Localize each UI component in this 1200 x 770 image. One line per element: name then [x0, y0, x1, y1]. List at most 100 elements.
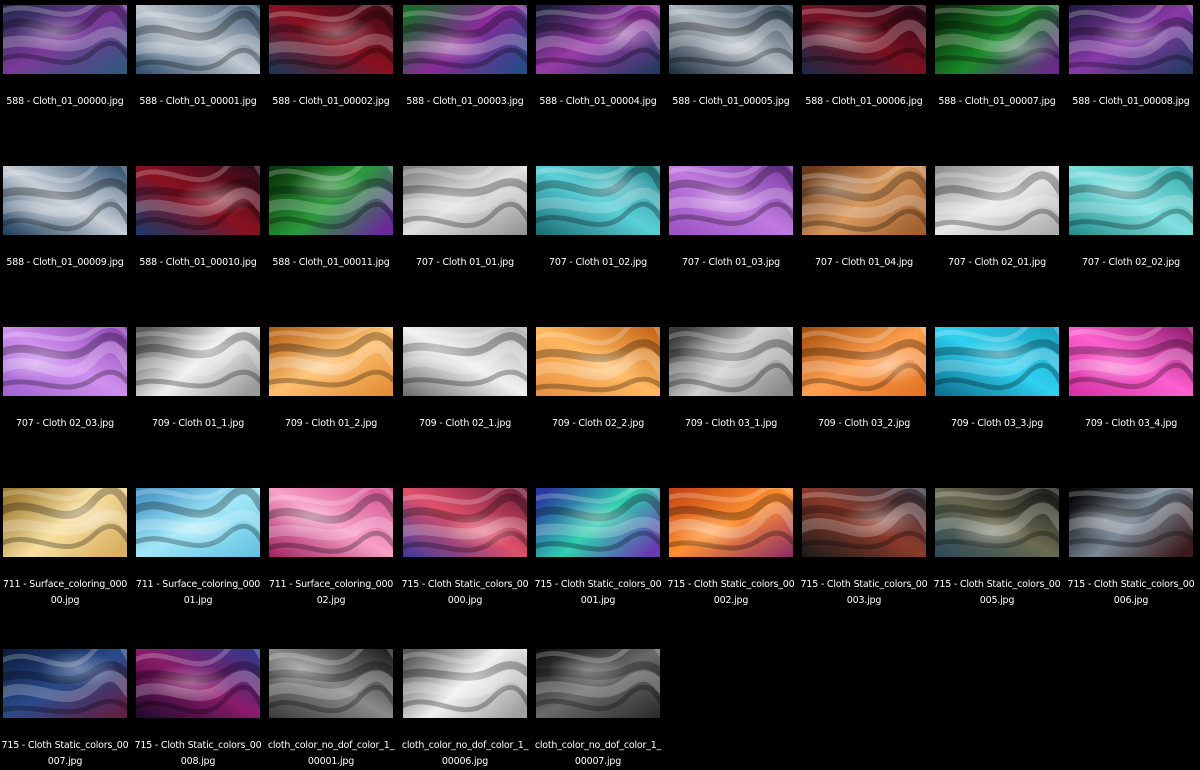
- file-name: 707 - Cloth 01_04.jpg: [815, 257, 913, 268]
- file-item[interactable]: 588 - Cloth_01_00003.jpg: [400, 0, 533, 155]
- file-thumbnail[interactable]: [1069, 327, 1193, 396]
- file-name: 588 - Cloth_01_00004.jpg: [539, 96, 657, 107]
- file-thumbnail[interactable]: [669, 166, 793, 235]
- file-thumbnail[interactable]: [536, 488, 660, 557]
- file-item[interactable]: 709 - Cloth 01_1.jpg: [133, 322, 266, 477]
- file-item[interactable]: 588 - Cloth_01_00004.jpg: [533, 0, 666, 155]
- file-item[interactable]: 707 - Cloth 01_04.jpg: [799, 161, 932, 316]
- file-item[interactable]: 709 - Cloth 03_4.jpg: [1066, 322, 1199, 477]
- file-thumbnail[interactable]: [935, 5, 1059, 74]
- file-item[interactable]: 715 - Cloth Static_colors_00008.jpg: [133, 644, 266, 770]
- file-item[interactable]: 707 - Cloth 02_03.jpg: [0, 322, 133, 477]
- file-thumbnail[interactable]: [935, 166, 1059, 235]
- file-name: 711 - Surface_coloring_00001.jpg: [135, 579, 261, 606]
- file-thumbnail[interactable]: [3, 5, 127, 74]
- file-name: 709 - Cloth 03_2.jpg: [817, 418, 911, 429]
- file-item[interactable]: 588 - Cloth_01_00011.jpg: [266, 161, 399, 316]
- file-item[interactable]: 715 - Cloth Static_colors_00006.jpg: [1066, 483, 1199, 638]
- file-thumbnail[interactable]: [403, 5, 527, 74]
- file-thumbnail[interactable]: [536, 649, 660, 718]
- file-thumbnail[interactable]: [269, 327, 393, 396]
- file-thumbnail[interactable]: [136, 488, 260, 557]
- file-item[interactable]: cloth_color_no_dof_color_1_00006.jpg: [400, 644, 533, 770]
- file-thumbnail[interactable]: [3, 649, 127, 718]
- file-item[interactable]: 588 - Cloth_01_00010.jpg: [133, 161, 266, 316]
- file-thumbnail[interactable]: [403, 327, 527, 396]
- file-thumbnail[interactable]: [802, 5, 926, 74]
- file-item[interactable]: 715 - Cloth Static_colors_00007.jpg: [0, 644, 133, 770]
- file-item[interactable]: 709 - Cloth 01_2.jpg: [266, 322, 399, 477]
- file-thumbnail[interactable]: [403, 488, 527, 557]
- file-item[interactable]: 707 - Cloth 02_02.jpg: [1066, 161, 1199, 316]
- file-item[interactable]: 707 - Cloth 01_03.jpg: [666, 161, 799, 316]
- file-thumbnail[interactable]: [935, 488, 1059, 557]
- file-thumbnail[interactable]: [536, 166, 660, 235]
- file-name: 711 - Surface_coloring_00000.jpg: [2, 579, 128, 606]
- file-item[interactable]: 715 - Cloth Static_colors_00001.jpg: [533, 483, 666, 638]
- file-thumbnail[interactable]: [802, 488, 926, 557]
- file-item[interactable]: cloth_color_no_dof_color_1_00007.jpg: [533, 644, 666, 770]
- file-item[interactable]: 709 - Cloth 03_1.jpg: [666, 322, 799, 477]
- file-item[interactable]: 711 - Surface_coloring_00000.jpg: [0, 483, 133, 638]
- file-item[interactable]: 588 - Cloth_01_00005.jpg: [666, 0, 799, 155]
- file-thumbnail[interactable]: [1069, 488, 1193, 557]
- file-item[interactable]: 588 - Cloth_01_00001.jpg: [133, 0, 266, 155]
- file-name: 709 - Cloth 03_4.jpg: [1084, 418, 1178, 429]
- file-thumbnail[interactable]: [1069, 5, 1193, 74]
- file-thumbnail[interactable]: [536, 327, 660, 396]
- file-item[interactable]: 711 - Surface_coloring_00001.jpg: [133, 483, 266, 638]
- file-name: 707 - Cloth 01_03.jpg: [682, 257, 780, 268]
- file-thumbnail[interactable]: [269, 166, 393, 235]
- file-item[interactable]: 588 - Cloth_01_00007.jpg: [932, 0, 1065, 155]
- file-name: 715 - Cloth Static_colors_00007.jpg: [1, 740, 129, 767]
- file-thumbnail[interactable]: [403, 166, 527, 235]
- file-name: 715 - Cloth Static_colors_00003.jpg: [800, 579, 928, 606]
- file-thumbnail[interactable]: [1069, 166, 1193, 235]
- file-name: 707 - Cloth 02_03.jpg: [16, 418, 114, 429]
- file-thumbnail[interactable]: [403, 649, 527, 718]
- file-thumbnail[interactable]: [3, 327, 127, 396]
- file-thumbnail[interactable]: [269, 649, 393, 718]
- file-item[interactable]: 709 - Cloth 03_3.jpg: [932, 322, 1065, 477]
- file-thumbnail[interactable]: [3, 166, 127, 235]
- file-item[interactable]: 707 - Cloth 01_01.jpg: [400, 161, 533, 316]
- file-thumbnail[interactable]: [669, 5, 793, 74]
- file-item[interactable]: 588 - Cloth_01_00002.jpg: [266, 0, 399, 155]
- file-item[interactable]: 588 - Cloth_01_00008.jpg: [1066, 0, 1199, 155]
- file-item[interactable]: 588 - Cloth_01_00000.jpg: [0, 0, 133, 155]
- file-name: 715 - Cloth Static_colors_00000.jpg: [401, 579, 529, 606]
- file-thumbnail[interactable]: [669, 488, 793, 557]
- file-item[interactable]: 588 - Cloth_01_00006.jpg: [799, 0, 932, 155]
- file-thumbnail[interactable]: [536, 5, 660, 74]
- file-name: 709 - Cloth 03_1.jpg: [684, 418, 778, 429]
- file-name: cloth_color_no_dof_color_1_00006.jpg: [401, 740, 529, 767]
- file-item[interactable]: cloth_color_no_dof_color_1_00001.jpg: [266, 644, 399, 770]
- file-item[interactable]: 709 - Cloth 03_2.jpg: [799, 322, 932, 477]
- file-thumbnail[interactable]: [136, 5, 260, 74]
- file-item[interactable]: 715 - Cloth Static_colors_00003.jpg: [799, 483, 932, 638]
- file-thumbnail[interactable]: [935, 327, 1059, 396]
- file-thumbnail[interactable]: [669, 327, 793, 396]
- file-item[interactable]: 715 - Cloth Static_colors_00000.jpg: [400, 483, 533, 638]
- file-name: 715 - Cloth Static_colors_00006.jpg: [1067, 579, 1195, 606]
- file-thumbnail[interactable]: [3, 488, 127, 557]
- file-item[interactable]: 707 - Cloth 02_01.jpg: [932, 161, 1065, 316]
- file-thumbnail[interactable]: [269, 5, 393, 74]
- file-item[interactable]: 709 - Cloth 02_2.jpg: [533, 322, 666, 477]
- file-item[interactable]: 711 - Surface_coloring_00002.jpg: [266, 483, 399, 638]
- file-name: 707 - Cloth 02_01.jpg: [948, 257, 1046, 268]
- file-thumbnail[interactable]: [269, 488, 393, 557]
- file-item[interactable]: 707 - Cloth 01_02.jpg: [533, 161, 666, 316]
- file-thumbnail[interactable]: [136, 166, 260, 235]
- file-item[interactable]: 715 - Cloth Static_colors_00005.jpg: [932, 483, 1065, 638]
- file-item[interactable]: 715 - Cloth Static_colors_00002.jpg: [666, 483, 799, 638]
- file-thumbnail[interactable]: [136, 649, 260, 718]
- file-name: 709 - Cloth 01_2.jpg: [284, 418, 378, 429]
- file-thumbnail[interactable]: [802, 166, 926, 235]
- file-thumbnail[interactable]: [802, 327, 926, 396]
- file-name: 707 - Cloth 02_02.jpg: [1082, 257, 1180, 268]
- file-name: 711 - Surface_coloring_00002.jpg: [268, 579, 394, 606]
- file-item[interactable]: 709 - Cloth 02_1.jpg: [400, 322, 533, 477]
- file-thumbnail[interactable]: [136, 327, 260, 396]
- file-item[interactable]: 588 - Cloth_01_00009.jpg: [0, 161, 133, 316]
